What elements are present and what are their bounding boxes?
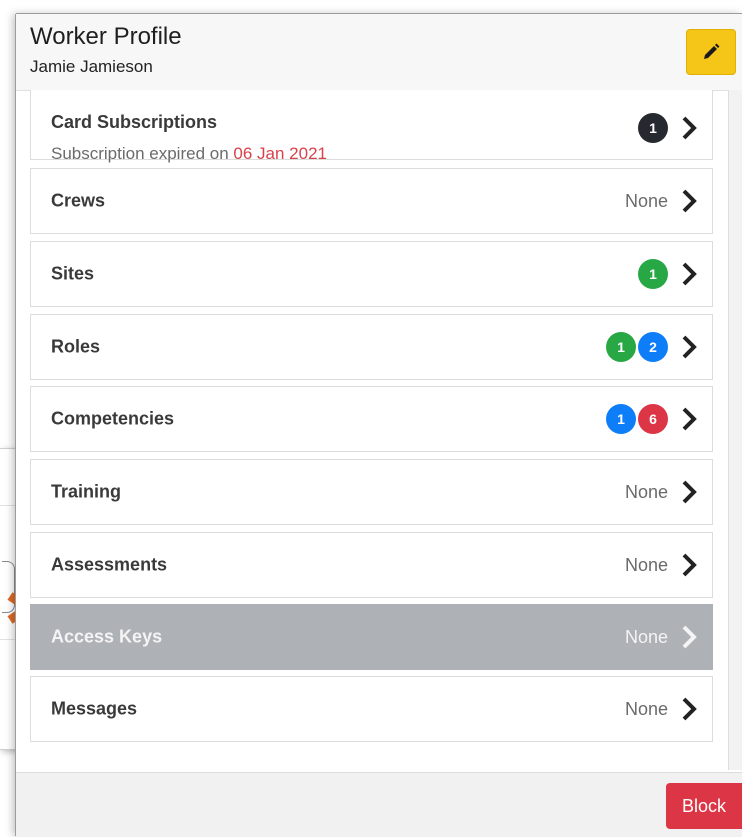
subscription-expiry-date: 06 Jan 2021 bbox=[233, 144, 327, 163]
chevron-right-icon bbox=[682, 625, 697, 649]
chevron-right-icon bbox=[682, 262, 697, 286]
chevron-right-icon bbox=[682, 116, 697, 140]
list-item-training[interactable]: Training None bbox=[30, 459, 713, 525]
chevron-right-icon bbox=[682, 407, 697, 431]
item-label: Training bbox=[51, 481, 122, 502]
worker-name: Jamie Jamieson bbox=[30, 57, 153, 76]
list-item-crews[interactable]: Crews None bbox=[30, 168, 713, 234]
list-item-assessments[interactable]: Assessments None bbox=[30, 532, 713, 598]
worker-profile-panel: Worker Profile Jamie Jamieson Card Subsc… bbox=[16, 14, 742, 837]
item-status: None bbox=[624, 698, 668, 719]
list-item-access-keys[interactable]: Access Keys None bbox=[30, 604, 713, 670]
item-status: None bbox=[624, 481, 668, 502]
count-badge: 1 bbox=[638, 113, 668, 143]
pencil-icon bbox=[704, 43, 720, 59]
count-badge: 2 bbox=[638, 332, 668, 362]
panel-header: Worker Profile Jamie Jamieson bbox=[16, 14, 742, 91]
item-label: Crews bbox=[51, 190, 106, 211]
subscription-status: Subscription expired on 06 Jan 2021 bbox=[51, 144, 327, 164]
item-label: Competencies bbox=[51, 408, 175, 429]
list-item-roles[interactable]: Roles 1 2 bbox=[30, 314, 713, 380]
subscription-status-text: Subscription expired on bbox=[51, 144, 234, 163]
count-badge: 6 bbox=[638, 404, 668, 434]
page-title: Worker Profile bbox=[30, 23, 182, 50]
item-status: None bbox=[624, 554, 668, 575]
block-button[interactable]: Block bbox=[666, 783, 742, 829]
edit-button[interactable] bbox=[686, 29, 736, 75]
item-label: Assessments bbox=[51, 554, 168, 575]
item-status: None bbox=[624, 626, 668, 647]
item-label: Sites bbox=[51, 263, 95, 284]
item-label: Access Keys bbox=[51, 626, 163, 647]
item-label: Messages bbox=[51, 698, 138, 719]
count-badge: 1 bbox=[606, 332, 636, 362]
chevron-right-icon bbox=[682, 553, 697, 577]
list-item-messages[interactable]: Messages None bbox=[30, 676, 713, 742]
item-label: Roles bbox=[51, 336, 101, 357]
item-label: Card Subscriptions bbox=[51, 112, 218, 132]
chevron-right-icon bbox=[682, 335, 697, 359]
scroll-rail[interactable] bbox=[728, 90, 742, 770]
chevron-right-icon bbox=[682, 697, 697, 721]
list-item-sites[interactable]: Sites 1 bbox=[30, 241, 713, 307]
chevron-right-icon bbox=[682, 480, 697, 504]
count-badge: 1 bbox=[638, 259, 668, 289]
panel-footer: Block bbox=[16, 772, 742, 837]
chevron-right-icon bbox=[682, 189, 697, 213]
count-badge: 1 bbox=[606, 404, 636, 434]
list-item-card-subscriptions[interactable]: Card Subscriptions Subscription expired … bbox=[30, 90, 713, 163]
item-status: None bbox=[624, 190, 668, 211]
list-item-competencies[interactable]: Competencies 1 6 bbox=[30, 386, 713, 452]
